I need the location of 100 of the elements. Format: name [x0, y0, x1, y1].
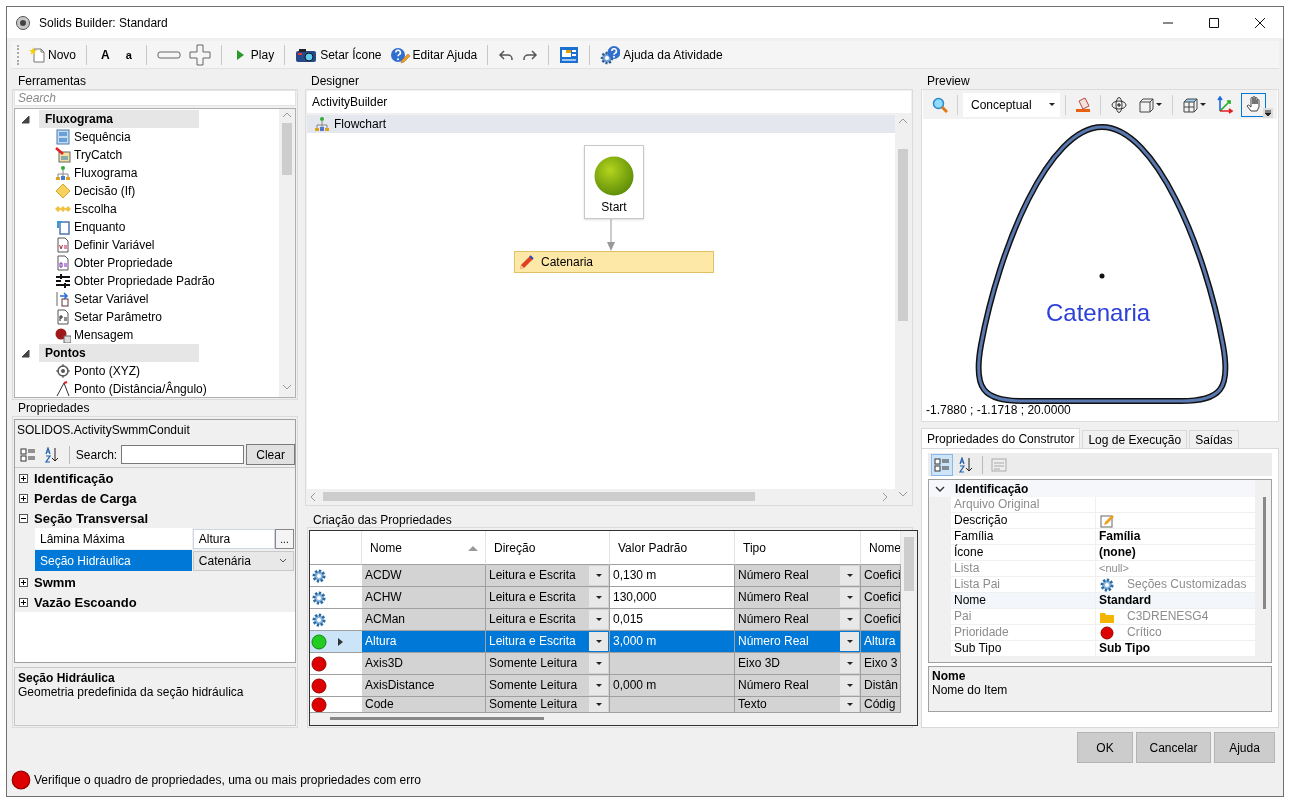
play-button[interactable]: Play — [227, 41, 279, 68]
tree-item[interactable]: Fluxograma — [55, 164, 279, 182]
dropdown-cell[interactable]: Eixo 3D — [735, 653, 861, 675]
flowchart-tab[interactable]: Flowchart — [307, 115, 895, 133]
table-cell[interactable]: 130,000 — [610, 587, 735, 609]
column-header[interactable]: Valor Padrão — [610, 531, 735, 565]
set-icon-button[interactable]: Setar Ícone — [291, 41, 386, 68]
table-cell[interactable]: 0,000 m — [610, 675, 735, 697]
tree-item[interactable]: Obter Propriedade Padrão — [55, 272, 279, 290]
smaller-text-button[interactable]: a — [117, 41, 140, 68]
column-header[interactable]: Direção — [486, 531, 610, 565]
table-row[interactable]: ACHW Leitura e Escrita 130,000 Número Real Coefici — [310, 587, 901, 609]
tree-item[interactable]: Decisão (If) — [55, 182, 279, 200]
dropdown-cell[interactable]: Número Real — [735, 631, 861, 653]
value-dropdown[interactable]: Catenária — [192, 551, 294, 571]
column-header[interactable]: Nome — [362, 531, 486, 565]
dropdown-cell[interactable]: Número Real — [735, 675, 861, 697]
help-button[interactable]: Ajuda — [1214, 732, 1275, 763]
tab[interactable]: Propriedades do Construtor — [921, 428, 1081, 448]
property-name[interactable]: Seção Hidráulica — [35, 550, 192, 572]
collapse-icon[interactable] — [19, 513, 28, 523]
search-field[interactable] — [121, 445, 245, 464]
larger-text-button[interactable]: A — [93, 41, 118, 68]
property-name[interactable]: Ícone — [951, 545, 1096, 561]
table-cell[interactable]: 0,015 — [610, 609, 735, 631]
dropdown-cell[interactable]: Número Real — [735, 565, 861, 587]
expand-icon[interactable] — [19, 473, 28, 483]
table-row[interactable]: ACMan Leitura e Escrita 0,015 Número Real Coefici — [310, 609, 901, 631]
collapse-icon[interactable] — [935, 484, 945, 493]
column-header[interactable]: Nome — [861, 531, 901, 565]
scrollbar[interactable] — [279, 109, 295, 397]
dropdown-cell[interactable]: Leitura e Escrita — [486, 565, 610, 587]
scrollbar-thumb[interactable] — [1263, 497, 1266, 609]
tree-item[interactable]: Obter Propriedade — [55, 254, 279, 272]
category-row[interactable]: Vazão Escoando — [15, 592, 295, 612]
tree-item[interactable]: Setar Variável — [55, 290, 279, 308]
column-header[interactable]: Tipo — [735, 531, 861, 565]
tree-item[interactable]: TryCatch — [55, 146, 279, 164]
table-row[interactable]: AxisDistance Somente Leitura 0,000 m Número Real Distân — [310, 675, 901, 697]
dropdown-cell[interactable]: Texto — [735, 697, 861, 713]
tree-category[interactable]: Fluxograma — [39, 110, 199, 128]
table-cell[interactable] — [610, 653, 735, 675]
expand-icon[interactable] — [19, 577, 28, 587]
table-cell[interactable]: 0,130 m — [610, 565, 735, 587]
expand-icon[interactable] — [19, 493, 28, 503]
scrollbar-thumb[interactable] — [898, 149, 908, 321]
dropdown-cell[interactable]: Somente Leitura — [486, 653, 610, 675]
tree-item[interactable]: Ponto (Distância/Ângulo) — [55, 380, 279, 397]
breadcrumb[interactable]: ActivityBuilder — [307, 91, 911, 113]
table-row[interactable]: ACDW Leitura e Escrita 0,130 m Número Real Coefici — [310, 565, 901, 587]
activity-help-button[interactable]: Ajuda da Atividade — [596, 41, 727, 68]
clear-button[interactable]: Clear — [246, 444, 295, 465]
table-row[interactable]: Altura Leitura e Escrita 3,000 m Número Real Altura — [310, 631, 901, 653]
dropdown-cell[interactable]: Leitura e Escrita — [486, 631, 610, 653]
activity-node[interactable]: Catenaria — [514, 251, 714, 273]
new-button[interactable]: Novo — [25, 41, 80, 68]
start-node[interactable]: Start — [584, 145, 644, 219]
category-row[interactable]: Perdas de Carga — [15, 488, 295, 508]
scrollbar[interactable] — [901, 531, 917, 725]
expand-arrow-icon[interactable] — [21, 348, 31, 358]
scrollbar-thumb[interactable] — [282, 123, 292, 175]
scrollbar-thumb[interactable] — [904, 537, 914, 591]
tree-item[interactable]: Escolha — [55, 200, 279, 218]
tree-item[interactable]: Setar Parâmetro — [55, 308, 279, 326]
dropdown-cell[interactable]: Leitura e Escrita — [486, 609, 610, 631]
category-row[interactable]: Seção Transversal — [15, 508, 295, 528]
category-row[interactable]: Swmm — [15, 572, 295, 592]
table-row[interactable]: Axis3D Somente Leitura Eixo 3D Eixo 3 — [310, 653, 901, 675]
tree-item[interactable]: Definir Variável — [55, 236, 279, 254]
value-field[interactable]: Altura — [192, 529, 275, 549]
edit-help-button[interactable]: Editar Ajuda — [385, 41, 482, 68]
scrollbar-thumb[interactable] — [330, 717, 544, 720]
tree-item[interactable]: Sequência — [55, 128, 279, 146]
overflow-icon[interactable] — [1263, 108, 1273, 118]
property-name[interactable]: Sub Tipo — [951, 641, 1096, 657]
property-name[interactable]: Lâmina Máxima — [35, 528, 192, 550]
dropdown-cell[interactable]: Somente Leitura — [486, 697, 610, 713]
table-cell[interactable] — [610, 697, 735, 713]
tab[interactable]: Saídas — [1189, 430, 1239, 448]
tree-item[interactable]: Ponto (XYZ) — [55, 362, 279, 380]
property-name[interactable]: Descrição — [951, 513, 1096, 529]
scrollbar-thumb[interactable] — [323, 492, 755, 501]
expand-icon[interactable] — [19, 597, 28, 607]
dropdown-cell[interactable]: Número Real — [735, 609, 861, 631]
dropdown-cell[interactable]: Somente Leitura — [486, 675, 610, 697]
tree-item[interactable]: Enquanto — [55, 218, 279, 236]
table-cell[interactable]: 3,000 m — [610, 631, 735, 653]
pan-button[interactable] — [1241, 92, 1266, 117]
property-name[interactable]: Família — [951, 529, 1096, 545]
dropdown-cell[interactable]: Leitura e Escrita — [486, 587, 610, 609]
property-name[interactable]: Nome — [951, 593, 1096, 609]
categorized-button[interactable] — [931, 453, 953, 476]
category-row[interactable]: Identificação — [15, 468, 295, 488]
visual-style-dropdown[interactable]: Conceptual — [963, 92, 1060, 117]
tab[interactable]: Log de Execução — [1082, 430, 1188, 448]
table-row[interactable]: Code Somente Leitura Texto Códig — [310, 697, 901, 713]
tree-category[interactable]: Pontos — [39, 344, 199, 362]
ok-button[interactable]: OK — [1077, 732, 1133, 763]
dropdown-cell[interactable]: Número Real — [735, 587, 861, 609]
cancel-button[interactable]: Cancelar — [1136, 732, 1211, 763]
